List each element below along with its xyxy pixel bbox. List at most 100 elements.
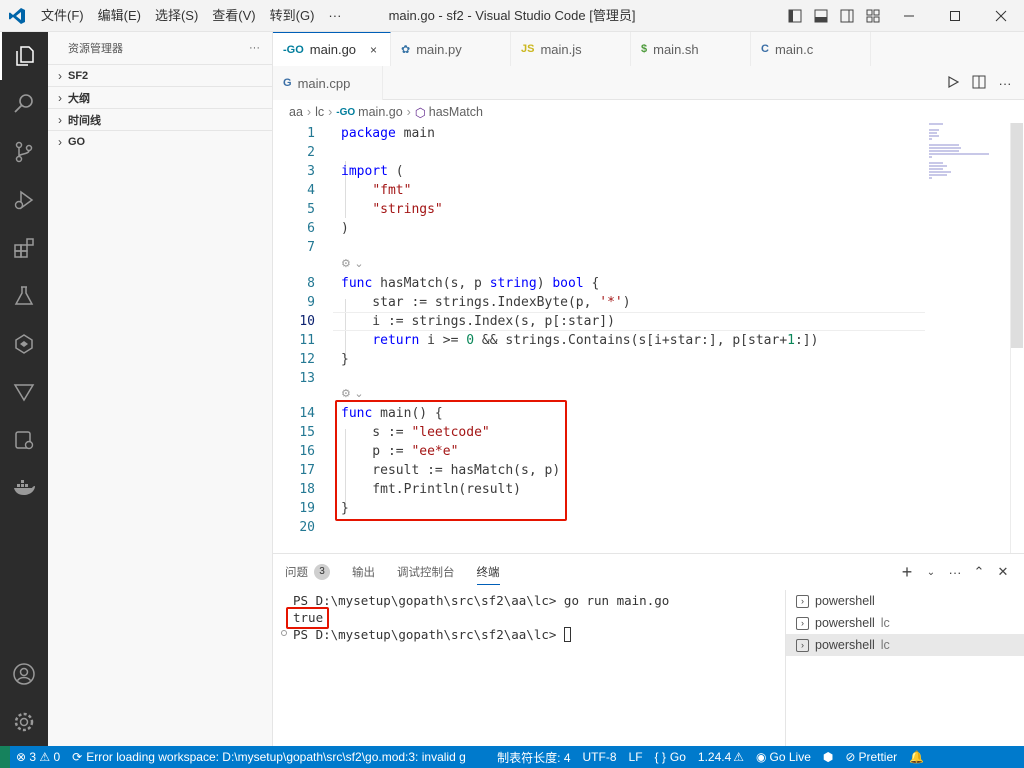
minimap[interactable]: [929, 123, 1009, 183]
terminal-item[interactable]: › powershell: [786, 590, 1024, 612]
tab-main-c[interactable]: C main.c: [751, 32, 871, 66]
activity-bar: [0, 32, 48, 746]
tab-main-sh[interactable]: $ main.sh: [631, 32, 751, 66]
more-actions-icon[interactable]: ···: [944, 565, 966, 580]
line-number: 4: [307, 183, 315, 198]
breadcrumb-item[interactable]: hasMatch: [429, 105, 483, 119]
tab-debug-console[interactable]: 调试控制台: [397, 554, 455, 590]
customize-layout-icon[interactable]: [860, 0, 886, 32]
chevron-down-icon[interactable]: ⌄: [920, 567, 942, 578]
remote-explorer-icon[interactable]: [0, 416, 48, 464]
explorer-icon[interactable]: [0, 32, 48, 80]
tab-main-go[interactable]: -GO main.go ×: [273, 32, 391, 66]
run-file-icon[interactable]: [940, 75, 966, 91]
line-number: 15: [299, 425, 315, 440]
code-text: "fmt": [372, 183, 412, 198]
funnel-icon[interactable]: [0, 368, 48, 416]
notifications-bell-icon[interactable]: 🔔: [903, 746, 930, 768]
tab-terminal[interactable]: 终端: [476, 559, 500, 585]
search-icon[interactable]: [0, 80, 48, 128]
settings-gear-icon[interactable]: [0, 698, 48, 746]
function-symbol-icon: ⬡: [414, 105, 426, 120]
tab-main-cpp[interactable]: G main.cpp: [273, 66, 383, 100]
close-panel-icon[interactable]: ✕: [992, 564, 1014, 580]
menu-item[interactable]: 编辑(E): [91, 0, 148, 32]
close-tab-icon[interactable]: ×: [370, 43, 377, 57]
source-control-icon[interactable]: [0, 128, 48, 176]
menu-item[interactable]: 转到(G): [263, 0, 322, 32]
eol-status[interactable]: LF: [623, 746, 649, 768]
menu-item[interactable]: 选择(S): [148, 0, 205, 32]
terminal-item[interactable]: › powershell lc: [786, 612, 1024, 634]
close-window-button[interactable]: [978, 0, 1024, 32]
line-number: 10: [299, 314, 315, 329]
breadcrumb-item[interactable]: aa: [289, 105, 303, 119]
encoding-status[interactable]: UTF-8: [577, 746, 623, 768]
terminal-output[interactable]: PS D:\mysetup\gopath\src\sf2\aa\lc> go r…: [273, 590, 783, 747]
line-number: 12: [299, 352, 315, 367]
go-live-status[interactable]: ◉ Go Live: [750, 746, 817, 768]
testing-icon[interactable]: [0, 272, 48, 320]
explorer-sidebar: 资源管理器 ··· › SF2 › 大纲 › 时间线 › GO: [48, 32, 273, 746]
tab-main-py[interactable]: ✿ main.py: [391, 32, 511, 66]
tab-problems[interactable]: 问题 3: [285, 554, 330, 590]
code-text: }: [341, 501, 349, 516]
more-actions-icon[interactable]: ···: [249, 42, 260, 54]
menu-item[interactable]: 查看(V): [205, 0, 262, 32]
code-line: 17 result := hasMatch(s, p): [273, 461, 933, 480]
line-number: 3: [307, 164, 315, 179]
section-outline[interactable]: › 大纲: [48, 86, 272, 108]
prettier-status[interactable]: ⊘ Prettier: [839, 746, 903, 768]
editor-tabs: -GO main.go × ✿ main.py JS main.js $ mai…: [273, 32, 1024, 66]
gitlens-status-icon[interactable]: ⬢: [817, 746, 839, 768]
more-actions-icon[interactable]: ···: [992, 76, 1018, 91]
code-line: 19}: [273, 499, 933, 518]
toggle-panel-icon[interactable]: [808, 0, 834, 32]
code-line: 5 "strings": [273, 200, 933, 219]
code-line: 11 return i >= 0 && strings.Contains(s[i…: [273, 331, 933, 350]
breadcrumb-item[interactable]: main.go: [358, 105, 402, 119]
go-version-status[interactable]: 1.24.4 ⚠: [692, 746, 750, 768]
tab-main-js[interactable]: JS main.js: [511, 32, 631, 66]
terminal-cursor: [563, 627, 571, 642]
editor-scrollbar[interactable]: [1010, 123, 1024, 553]
breadcrumb-item[interactable]: lc: [315, 105, 324, 119]
line-number: 19: [299, 501, 315, 516]
tab-output[interactable]: 输出: [352, 554, 375, 590]
terminal-icon: ›: [796, 594, 809, 608]
extensions-icon[interactable]: [0, 224, 48, 272]
split-editor-icon[interactable]: [966, 75, 992, 92]
run-debug-icon[interactable]: [0, 176, 48, 224]
menu-item[interactable]: ···: [321, 0, 348, 32]
tab-size-status[interactable]: 制表符长度: 4: [491, 746, 576, 768]
code-editor[interactable]: ⚙ ⌄ ⚙ ⌄ 1 package main 2 3 import (4 "fmt" 5 …: [273, 123, 1024, 553]
section-go[interactable]: › GO: [48, 130, 272, 152]
maximize-panel-icon[interactable]: ⌃: [968, 564, 990, 580]
section-sf2[interactable]: › SF2: [48, 64, 272, 86]
section-timeline[interactable]: › 时间线: [48, 108, 272, 130]
docker-icon[interactable]: [0, 464, 48, 512]
minimize-button[interactable]: [886, 0, 932, 32]
problems-count-badge: 3: [314, 564, 330, 580]
toggle-secondary-sidebar-icon[interactable]: [834, 0, 860, 32]
line-number: 13: [299, 371, 315, 386]
terminal-line: PS D:\mysetup\gopath\src\sf2\aa\lc>: [293, 626, 571, 643]
account-icon[interactable]: [0, 650, 48, 698]
highlight-box: [286, 607, 329, 629]
chevron-right-icon: ›: [58, 134, 62, 149]
language-status[interactable]: { } Go: [649, 746, 692, 768]
remote-indicator[interactable]: [0, 746, 10, 768]
problems-status[interactable]: ⊗ 3 ⚠ 0: [10, 746, 66, 768]
gitlens-icon[interactable]: [0, 320, 48, 368]
maximize-button[interactable]: [932, 0, 978, 32]
code-line: 15 s := "leetcode": [273, 423, 933, 442]
menu-item[interactable]: 文件(F): [34, 0, 91, 32]
toggle-sidebar-icon[interactable]: [782, 0, 808, 32]
code-line: 10 i := strings.Index(s, p[:star]): [273, 312, 933, 331]
new-terminal-icon[interactable]: +: [896, 562, 918, 583]
title-bar: 文件(F) 编辑(E) 选择(S) 查看(V) 转到(G) ··· main.go - s…: [0, 0, 1024, 32]
workspace-error-status[interactable]: ⟳ Error loading workspace: D:\mysetup\gop…: [66, 746, 471, 768]
broadcast-icon: ◉: [756, 750, 767, 764]
chevron-right-icon: ›: [58, 112, 62, 127]
terminal-item[interactable]: › powershell lc: [786, 634, 1024, 656]
